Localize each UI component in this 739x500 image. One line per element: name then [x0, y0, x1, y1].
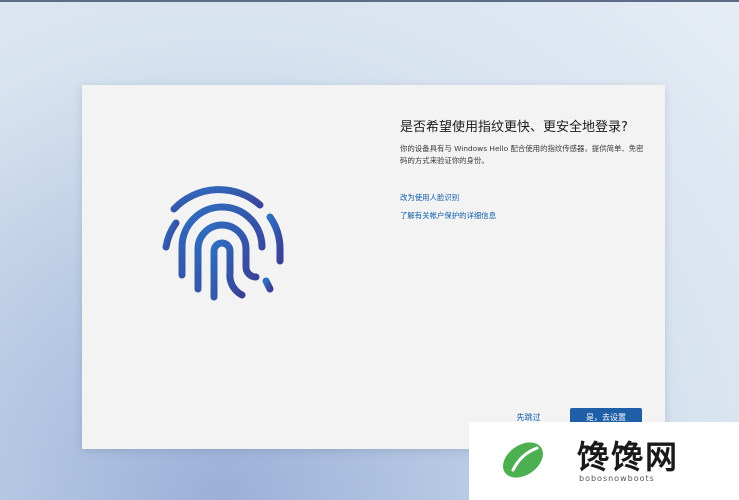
leaf-logo-icon: [503, 442, 543, 478]
use-face-recognition-link[interactable]: 改为使用人脸识别: [400, 192, 459, 203]
account-protection-info-link[interactable]: 了解有关帐户保护的详细信息: [400, 210, 496, 221]
window-top-border: [0, 0, 739, 2]
watermark: 馋馋网 bobosnowboots: [469, 422, 739, 500]
fingerprint-icon: [162, 186, 284, 301]
watermark-site-name: 馋馋网: [577, 438, 680, 476]
fingerprint-setup-dialog: 是否希望使用指纹更快、更安全地登录? 你的设备具有与 Windows Hello…: [82, 85, 665, 449]
dialog-title: 是否希望使用指纹更快、更安全地登录?: [400, 120, 628, 135]
watermark-domain: bobosnowboots: [579, 474, 655, 483]
dialog-description: 你的设备具有与 Windows Hello 配合使用的指纹传感器，提供简单、免密…: [400, 144, 644, 165]
